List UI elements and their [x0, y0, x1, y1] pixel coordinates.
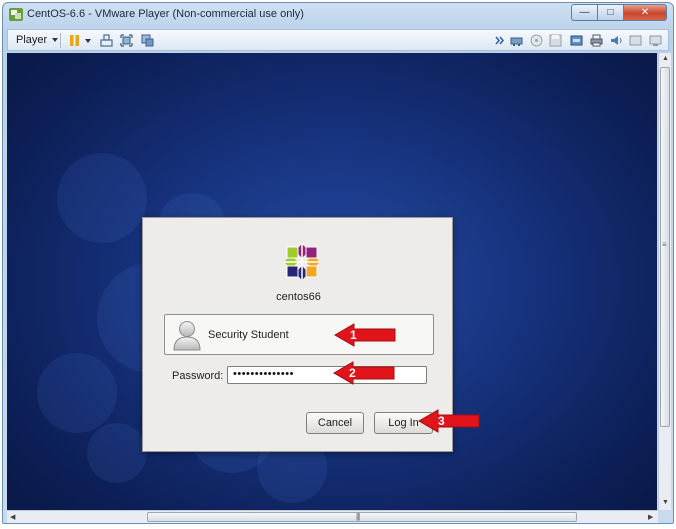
background-bokeh [57, 153, 147, 243]
password-field[interactable]: •••••••••••••• [227, 366, 427, 384]
grip-icon: ≡ [662, 240, 667, 249]
window-title: CentOS-6.6 - VMware Player (Non-commerci… [27, 8, 304, 20]
annotation-label: 3 [438, 414, 445, 428]
password-label: Password: [172, 370, 224, 382]
double-chevron-right-icon[interactable] [495, 34, 504, 47]
sound-card-icon[interactable] [610, 34, 623, 47]
vertical-scrollbar[interactable]: ▲ ≡ ▼ [658, 53, 671, 510]
printer-icon[interactable] [590, 34, 603, 47]
annotation-label: 2 [349, 366, 356, 380]
scroll-left-icon[interactable]: ◀ [10, 513, 15, 521]
hostname-label: centos66 [276, 291, 321, 303]
toolbar-separator [60, 33, 61, 48]
annotation-label: 1 [350, 328, 357, 342]
network-adapter-icon[interactable] [510, 34, 523, 47]
message-log-icon[interactable] [629, 34, 642, 47]
maximize-icon: □ [607, 7, 614, 18]
vm-screen[interactable]: centos66 Security Student Password: ••••… [7, 53, 657, 510]
display-icon[interactable] [649, 34, 662, 47]
unity-icon[interactable] [141, 34, 154, 47]
chevron-down-icon [52, 38, 59, 42]
grip-icon: ||| [356, 512, 360, 521]
background-bokeh [37, 353, 117, 433]
vertical-scroll-thumb[interactable]: ≡ [660, 67, 670, 427]
maximize-button[interactable]: □ [597, 4, 623, 21]
centos-logo-icon [284, 244, 320, 280]
toolbar: Player [7, 29, 669, 51]
fullscreen-icon[interactable] [120, 34, 133, 47]
user-name-label: Security Student [208, 329, 289, 341]
send-ctrl-alt-del-icon[interactable] [100, 34, 113, 47]
cd-drive-icon[interactable] [530, 34, 543, 47]
scroll-up-icon[interactable]: ▲ [662, 55, 669, 62]
floppy-icon[interactable] [549, 34, 562, 47]
background-bokeh [87, 423, 147, 483]
minimize-icon: — [579, 7, 590, 18]
user-avatar-icon [173, 321, 201, 351]
vmware-player-window: CentOS-6.6 - VMware Player (Non-commerci… [2, 2, 674, 524]
window-controls: — □ ✕ [571, 4, 667, 22]
vmware-player-icon [9, 8, 23, 21]
close-icon: ✕ [640, 7, 650, 18]
scroll-down-icon[interactable]: ▼ [662, 499, 669, 506]
minimize-button[interactable]: — [571, 4, 597, 21]
usb-device-icon[interactable] [570, 34, 583, 47]
annotation-arrow-2: 2 [333, 361, 395, 385]
pause-dropdown-icon[interactable] [85, 39, 91, 43]
horizontal-scroll-thumb[interactable]: ||| [147, 512, 577, 522]
title-bar[interactable]: CentOS-6.6 - VMware Player (Non-commerci… [3, 3, 673, 27]
annotation-arrow-1: 1 [334, 323, 396, 347]
player-menu-button[interactable]: Player [16, 34, 59, 46]
close-button[interactable]: ✕ [623, 4, 667, 21]
scroll-right-icon[interactable]: ▶ [648, 513, 653, 521]
annotation-arrow-3: 3 [418, 409, 480, 433]
pause-icon[interactable] [68, 34, 81, 47]
cancel-button[interactable]: Cancel [306, 412, 364, 434]
horizontal-scrollbar[interactable]: ◀ ||| ▶ [7, 510, 658, 523]
login-dialog: centos66 Security Student Password: ••••… [142, 217, 453, 452]
player-menu-label: Player [16, 34, 48, 46]
